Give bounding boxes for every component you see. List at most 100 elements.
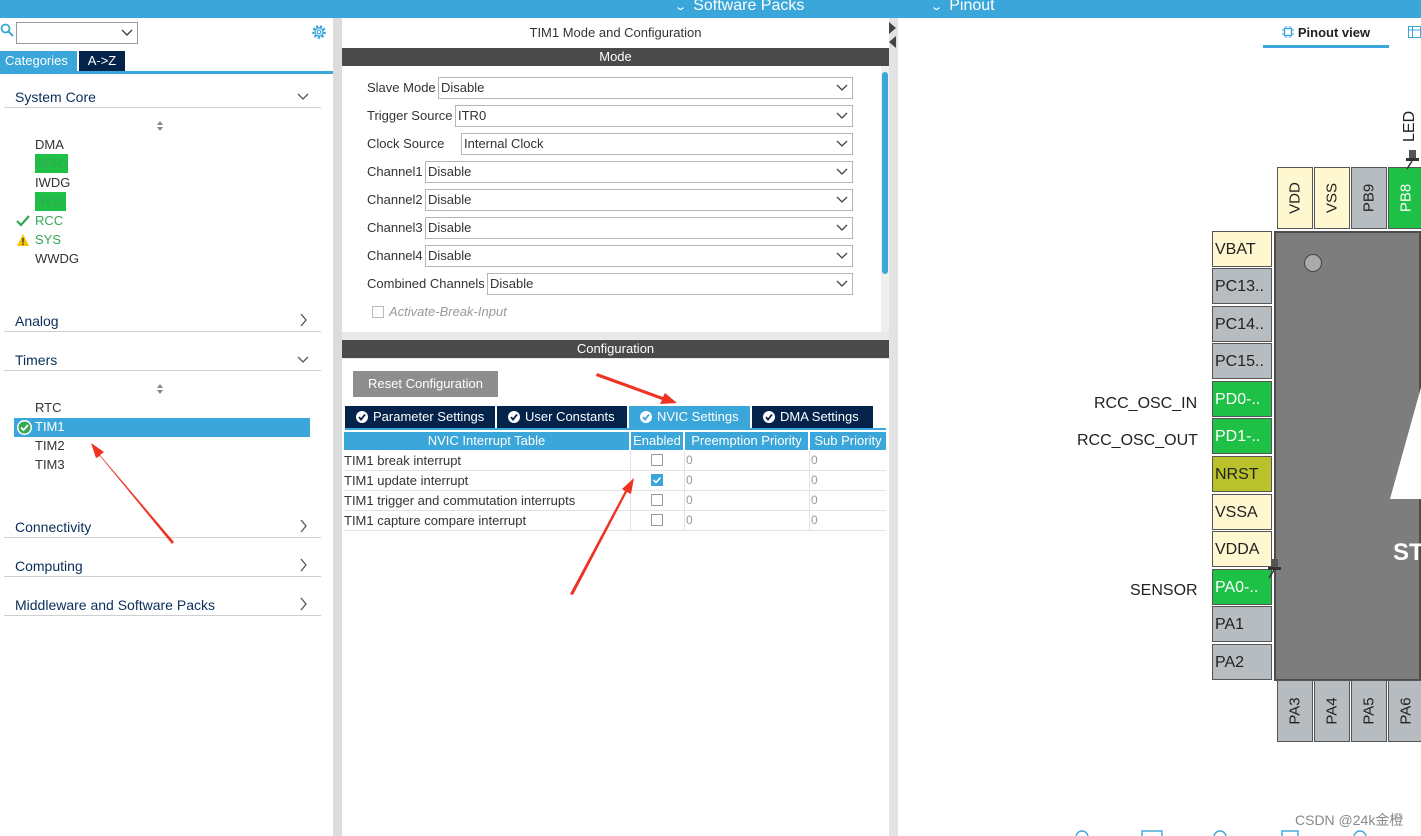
list-item-rcc[interactable]: RCC xyxy=(35,211,63,230)
gear-icon[interactable] xyxy=(310,23,328,41)
pin-pa5[interactable]: PA5 xyxy=(1351,680,1387,742)
scrollbar-thumb[interactable] xyxy=(882,72,888,274)
pin-pc15[interactable]: PC15.. xyxy=(1212,343,1272,379)
list-item-dma[interactable]: DMA xyxy=(35,135,64,154)
column-divider xyxy=(630,491,631,511)
tab-user-constants[interactable]: User Constants xyxy=(497,406,627,428)
pin-vssa[interactable]: VSSA xyxy=(1212,494,1272,530)
enabled-checkbox[interactable] xyxy=(651,454,663,466)
pin-pa3[interactable]: PA3 xyxy=(1277,680,1313,742)
list-item-wwdg[interactable]: WWDG xyxy=(35,249,79,268)
section-system-core[interactable]: System Core xyxy=(4,86,321,108)
table-row[interactable]: TIM1 capture compare interrupt 0 0 xyxy=(344,511,886,531)
sub-priority[interactable]: 0 xyxy=(811,513,818,527)
chevron-down-icon: ⌄ xyxy=(929,1,944,13)
section-middleware[interactable]: Middleware and Software Packs xyxy=(4,594,321,616)
channel4-select[interactable]: Disable xyxy=(425,245,853,267)
categories-panel: Categories A->Z System Core DMA GPIO IWD… xyxy=(0,18,333,836)
section-label: Analog xyxy=(15,313,59,329)
list-item-sys[interactable]: SYS xyxy=(35,230,61,249)
list-item-iwdg[interactable]: IWDG xyxy=(35,173,70,192)
pin-vdda[interactable]: VDDA xyxy=(1212,531,1272,567)
panel-splitter[interactable] xyxy=(889,18,898,836)
mode-scrollbar[interactable] xyxy=(881,66,889,332)
enabled-checkbox[interactable] xyxy=(651,514,663,526)
section-label: System Core xyxy=(15,89,96,105)
pin-vdd[interactable]: VDD xyxy=(1277,167,1313,229)
list-item-gpio[interactable]: GPIO xyxy=(35,154,68,173)
sub-priority[interactable]: 0 xyxy=(811,453,818,467)
activate-break-input-checkbox[interactable] xyxy=(372,306,384,318)
menu-software-packs[interactable]: ⌄ Software Packs xyxy=(674,0,805,16)
tab-underline xyxy=(0,71,333,74)
pin-nrst[interactable]: NRST xyxy=(1212,456,1272,492)
pin-pd1[interactable]: PD1-.. xyxy=(1212,418,1272,454)
preemption-priority[interactable]: 0 xyxy=(686,493,693,507)
sort-icon[interactable] xyxy=(154,383,166,395)
list-item-tim2[interactable]: TIM2 xyxy=(35,436,65,455)
channel2-select[interactable]: Disable xyxy=(425,189,853,211)
pin-pb8[interactable]: PB8 xyxy=(1388,167,1421,229)
section-analog[interactable]: Analog xyxy=(4,310,321,332)
pin-vbat[interactable]: VBAT xyxy=(1212,231,1272,267)
table-view-icon[interactable] xyxy=(1408,26,1421,38)
sub-priority[interactable]: 0 xyxy=(811,473,818,487)
list-item-rtc[interactable]: RTC xyxy=(35,398,61,417)
column-header[interactable]: Enabled xyxy=(631,432,683,450)
list-item-tim1-selected[interactable]: TIM1 xyxy=(14,418,310,437)
preemption-priority[interactable]: 0 xyxy=(686,453,693,467)
pin-pb9[interactable]: PB9 xyxy=(1351,167,1387,229)
tab-a-z[interactable]: A->Z xyxy=(79,51,125,71)
tab-label: Parameter Settings xyxy=(373,409,485,424)
table-row[interactable]: TIM1 trigger and commutation interrupts … xyxy=(344,491,886,511)
column-header[interactable]: Preemption Priority xyxy=(685,432,808,450)
slave-mode-select[interactable]: Disable xyxy=(438,77,853,99)
select-value: Disable xyxy=(428,220,472,235)
mcu-chip[interactable]: ST xyxy=(1274,231,1421,681)
search-combo[interactable] xyxy=(16,22,138,44)
panel-splitter[interactable] xyxy=(333,18,342,836)
menu-pinout[interactable]: ⌄ Pinout xyxy=(929,0,995,16)
tab-dma-settings[interactable]: DMA Settings xyxy=(752,406,873,428)
pin-pa6[interactable]: PA6 xyxy=(1388,680,1421,742)
channel3-select[interactable]: Disable xyxy=(425,217,853,239)
section-computing[interactable]: Computing xyxy=(4,555,321,577)
list-item-tim3[interactable]: TIM3 xyxy=(35,455,65,474)
section-connectivity[interactable]: Connectivity xyxy=(4,516,321,538)
column-header[interactable]: NVIC Interrupt Table xyxy=(344,432,629,450)
tab-nvic-settings[interactable]: NVIC Settings xyxy=(629,406,750,428)
search-icon[interactable] xyxy=(0,23,14,37)
sort-icon[interactable] xyxy=(154,120,166,132)
tab-parameter-settings[interactable]: Parameter Settings xyxy=(345,406,495,428)
tab-pinout-view[interactable]: Pinout view xyxy=(1263,25,1389,48)
enabled-checkbox[interactable] xyxy=(651,494,663,506)
combined-channels-select[interactable]: Disable xyxy=(487,273,853,295)
enabled-checkbox-checked[interactable] xyxy=(651,474,663,486)
pin-pc14[interactable]: PC14.. xyxy=(1212,306,1272,342)
clock-source-select[interactable]: Internal Clock xyxy=(461,133,853,155)
collapse-arrow-icon[interactable] xyxy=(889,20,897,50)
table-row[interactable]: TIM1 update interrupt 0 0 xyxy=(344,471,886,491)
trigger-source-select[interactable]: ITR0 xyxy=(455,105,853,127)
preemption-priority[interactable]: 0 xyxy=(686,513,693,527)
pin-pc13[interactable]: PC13.. xyxy=(1212,268,1272,304)
checkmark-icon xyxy=(652,476,662,484)
table-row[interactable]: TIM1 break interrupt 0 0 xyxy=(344,451,886,471)
checkmark-icon xyxy=(16,215,30,227)
preemption-priority[interactable]: 0 xyxy=(686,473,693,487)
pin-pd0[interactable]: PD0-.. xyxy=(1212,381,1272,417)
channel1-select[interactable]: Disable xyxy=(425,161,853,183)
tab-categories[interactable]: Categories xyxy=(0,51,77,71)
pin1-marker xyxy=(1304,254,1322,272)
section-timers[interactable]: Timers xyxy=(4,349,321,371)
pin-pa2[interactable]: PA2 xyxy=(1212,644,1272,680)
list-item-nvic[interactable]: NVIC xyxy=(35,192,67,211)
section-label: Timers xyxy=(15,352,58,368)
pin-pa0[interactable]: PA0-.. xyxy=(1212,569,1272,605)
pin-pa1[interactable]: PA1 xyxy=(1212,606,1272,642)
reset-configuration-button[interactable]: Reset Configuration xyxy=(353,371,498,397)
column-header[interactable]: Sub Priority xyxy=(810,432,886,450)
pin-pa4[interactable]: PA4 xyxy=(1314,680,1350,742)
pin-vss[interactable]: VSS xyxy=(1314,167,1350,229)
sub-priority[interactable]: 0 xyxy=(811,493,818,507)
